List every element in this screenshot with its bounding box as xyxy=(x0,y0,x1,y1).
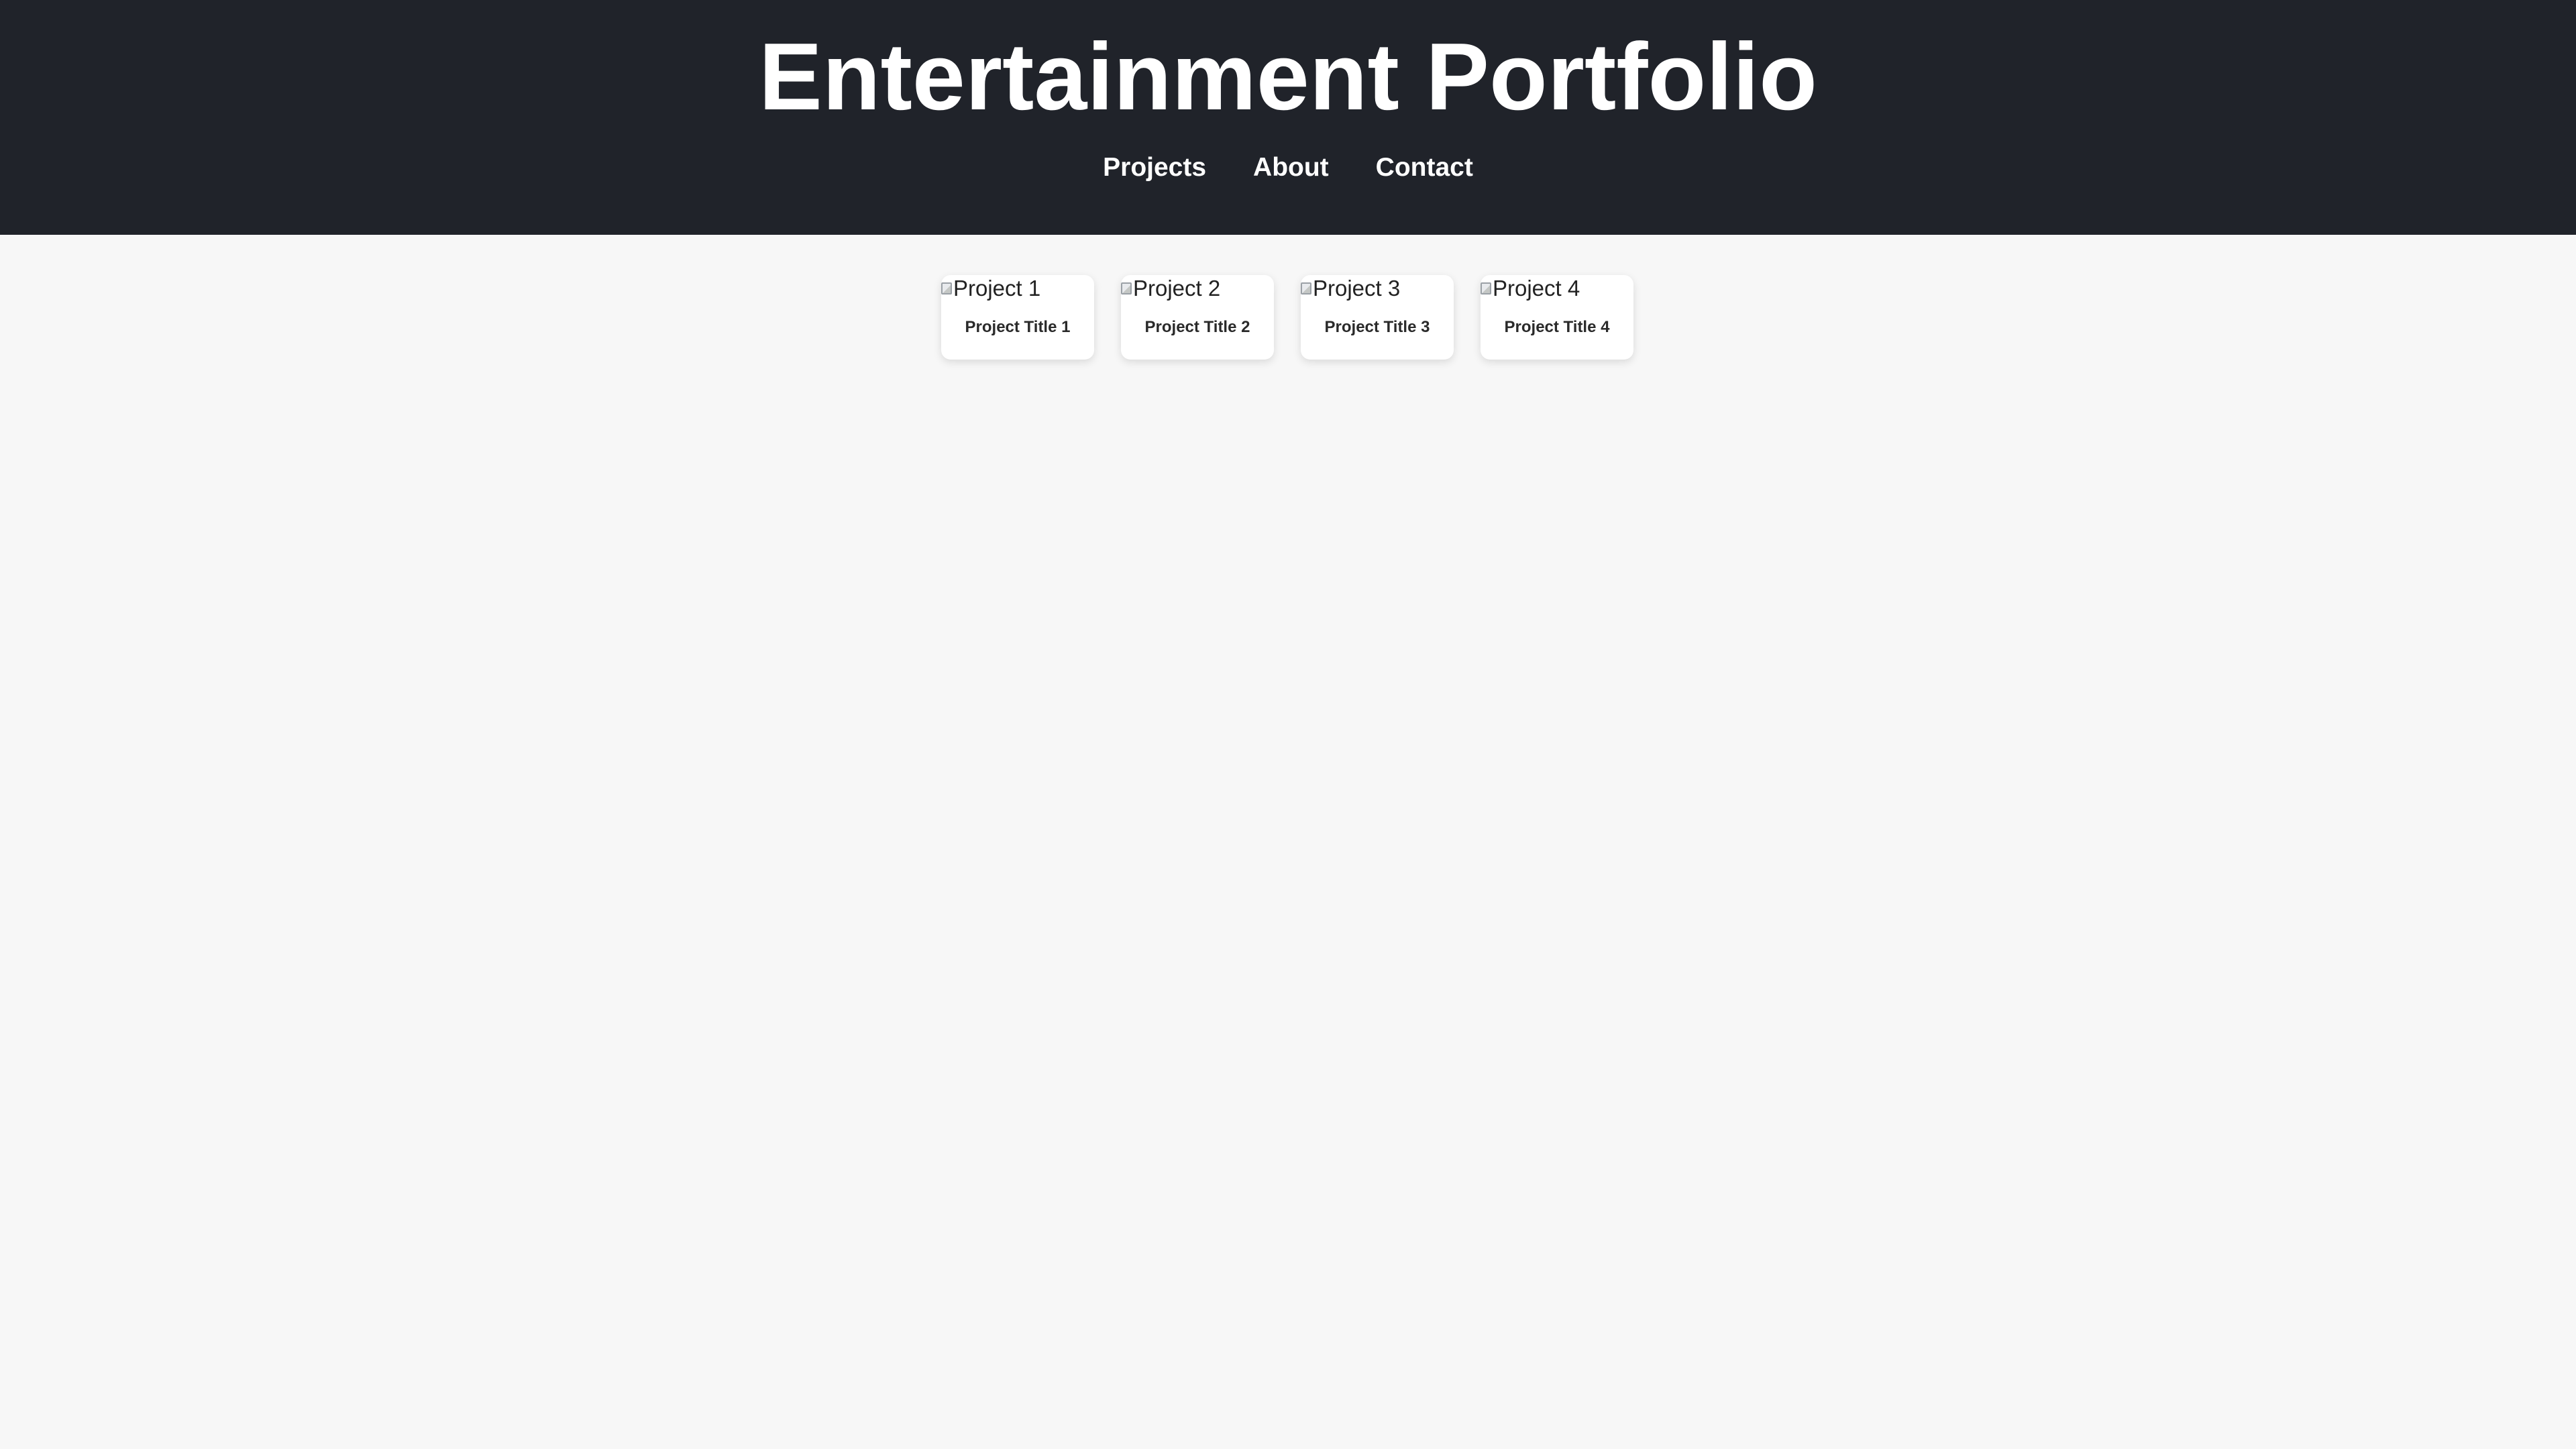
project-title: Project Title 1 xyxy=(965,318,1071,336)
project-image-alt-text: Project 4 xyxy=(1493,276,1580,301)
project-card[interactable]: Project 1 Project Title 1 xyxy=(941,275,1094,360)
project-image: Project 1 xyxy=(941,275,1040,302)
project-card[interactable]: Project 3 Project Title 3 xyxy=(1301,275,1454,360)
projects-grid: Project 1 Project Title 1 Project 2 Proj… xyxy=(941,275,1633,360)
broken-image-icon xyxy=(941,282,952,294)
project-title: Project Title 4 xyxy=(1504,318,1610,336)
project-image-alt-text: Project 3 xyxy=(1313,276,1401,301)
nav-link-contact[interactable]: Contact xyxy=(1376,148,1473,188)
project-image: Project 2 xyxy=(1121,275,1220,302)
project-image: Project 3 xyxy=(1301,275,1400,302)
project-card[interactable]: Project 4 Project Title 4 xyxy=(1481,275,1633,360)
project-title: Project Title 2 xyxy=(1144,318,1250,336)
main-nav: Projects About Contact xyxy=(0,148,2576,188)
site-header: Entertainment Portfolio Projects About C… xyxy=(0,0,2576,235)
nav-link-about[interactable]: About xyxy=(1253,148,1329,188)
project-image-alt-text: Project 2 xyxy=(1133,276,1221,301)
site-title: Entertainment Portfolio xyxy=(759,23,1817,130)
project-card[interactable]: Project 2 Project Title 2 xyxy=(1121,275,1274,360)
project-image-alt-text: Project 1 xyxy=(953,276,1041,301)
project-title: Project Title 3 xyxy=(1324,318,1430,336)
broken-image-icon xyxy=(1481,282,1491,294)
project-image: Project 4 xyxy=(1481,275,1580,302)
broken-image-icon xyxy=(1301,282,1311,294)
nav-link-projects[interactable]: Projects xyxy=(1103,148,1206,188)
broken-image-icon xyxy=(1121,282,1132,294)
